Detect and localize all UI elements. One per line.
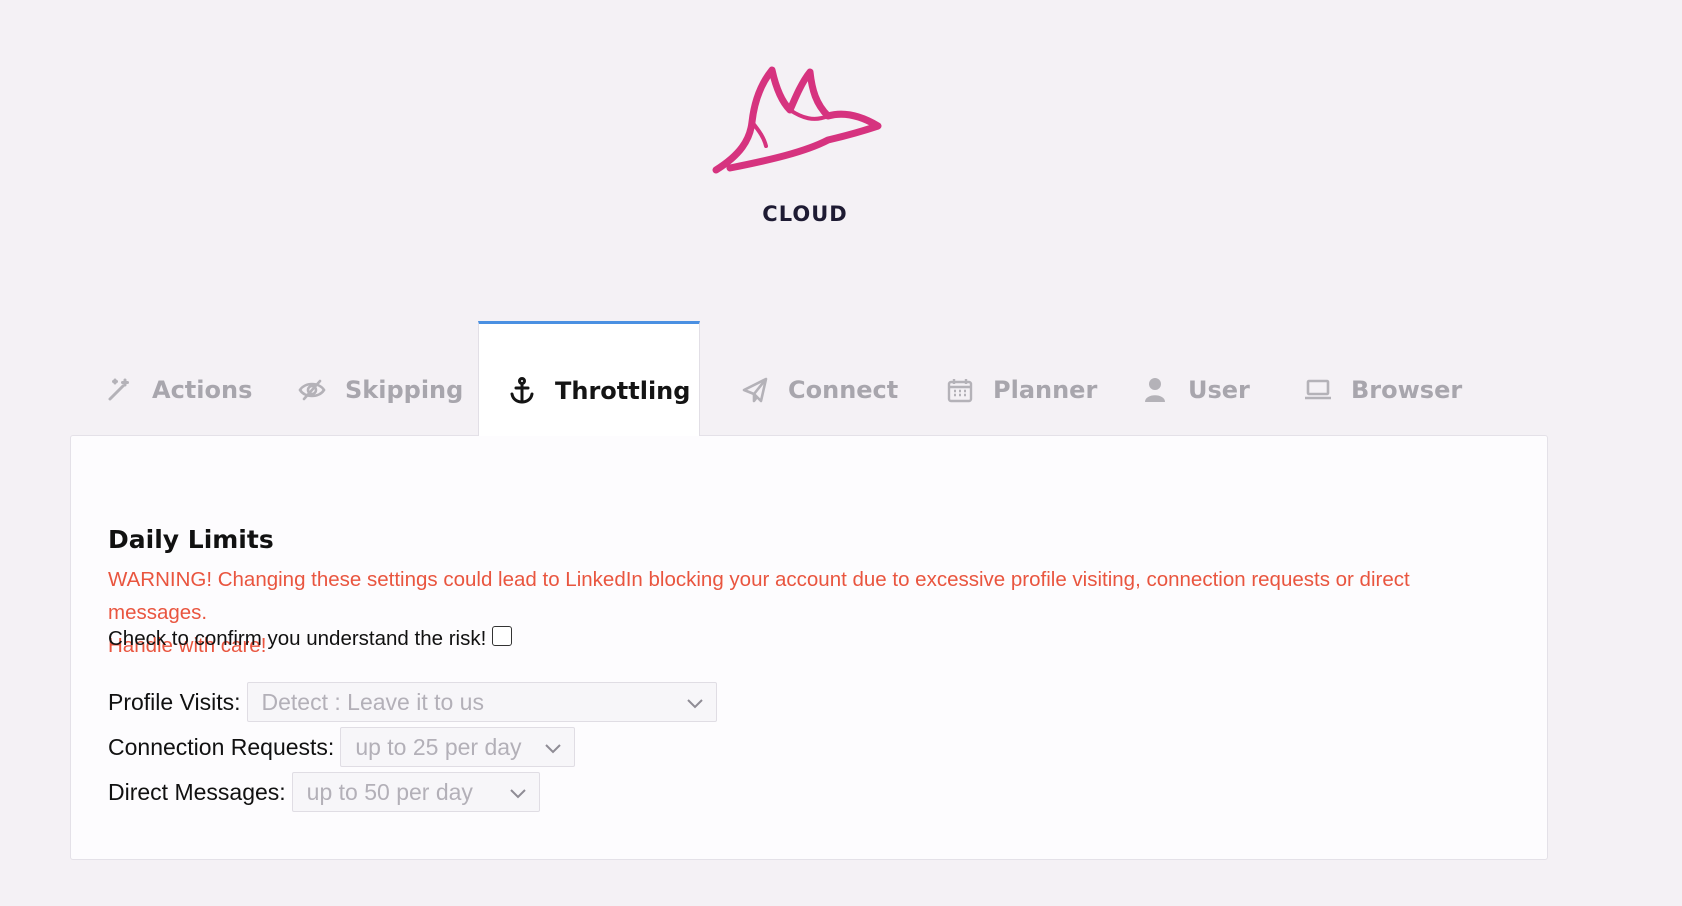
- connection-requests-row: Connection Requests: up to 25 per day: [108, 727, 576, 767]
- tab-throttling[interactable]: Throttling: [478, 321, 700, 436]
- select-value: up to 25 per day: [355, 733, 522, 760]
- tab-skipping[interactable]: Skipping: [297, 345, 463, 434]
- eye-slash-icon: [297, 375, 327, 405]
- tab-connect[interactable]: Connect: [740, 345, 898, 434]
- chevron-down-icon: [686, 689, 704, 716]
- tab-label: Actions: [152, 375, 253, 404]
- brand-logo: CLOUD: [700, 60, 910, 230]
- laptop-icon: [1303, 375, 1333, 405]
- profile-visits-label: Profile Visits:: [108, 688, 241, 715]
- tab-label: Throttling: [555, 377, 691, 405]
- paper-plane-icon: [740, 375, 770, 405]
- tab-user[interactable]: User: [1140, 345, 1250, 434]
- tab-label: Connect: [788, 375, 899, 404]
- profile-visits-row: Profile Visits: Detect : Leave it to us: [108, 682, 717, 722]
- tab-planner[interactable]: Planner: [945, 345, 1097, 434]
- risk-confirmation: Check to confirm you understand the risk…: [108, 626, 513, 651]
- tab-browser[interactable]: Browser: [1303, 345, 1462, 434]
- throttling-panel: Daily Limits WARNING! Changing these set…: [70, 435, 1548, 860]
- chevron-down-icon: [509, 779, 527, 806]
- warning-line: WARNING! Changing these settings could l…: [108, 568, 1410, 624]
- select-value: Detect : Leave it to us: [261, 688, 484, 715]
- section-title: Daily Limits: [108, 525, 274, 554]
- connection-requests-select[interactable]: up to 25 per day: [340, 727, 576, 767]
- tab-label: User: [1188, 375, 1250, 404]
- direct-messages-select[interactable]: up to 50 per day: [291, 772, 540, 812]
- calendar-icon: [945, 375, 975, 405]
- chevron-down-icon: [544, 734, 562, 761]
- direct-messages-label: Direct Messages:: [108, 778, 286, 805]
- confirm-checkbox[interactable]: [492, 626, 513, 646]
- anchor-icon: [507, 376, 537, 406]
- confirm-label: Check to confirm you understand the risk…: [108, 627, 487, 650]
- bird-logo-icon: [712, 66, 882, 174]
- tab-label: Skipping: [345, 375, 464, 404]
- tab-actions[interactable]: Actions: [104, 345, 252, 434]
- profile-visits-select[interactable]: Detect : Leave it to us: [246, 682, 717, 722]
- connection-requests-label: Connection Requests:: [108, 733, 335, 760]
- settings-tabs: Actions Skipping Throttling Connect Plan…: [70, 321, 1550, 436]
- user-icon: [1140, 375, 1170, 405]
- tab-label: Planner: [993, 375, 1098, 404]
- magic-wand-icon: [104, 375, 134, 405]
- brand-name: CLOUD: [762, 202, 848, 226]
- direct-messages-row: Direct Messages: up to 50 per day: [108, 772, 540, 812]
- tab-label: Browser: [1351, 375, 1463, 404]
- select-value: up to 50 per day: [306, 778, 473, 805]
